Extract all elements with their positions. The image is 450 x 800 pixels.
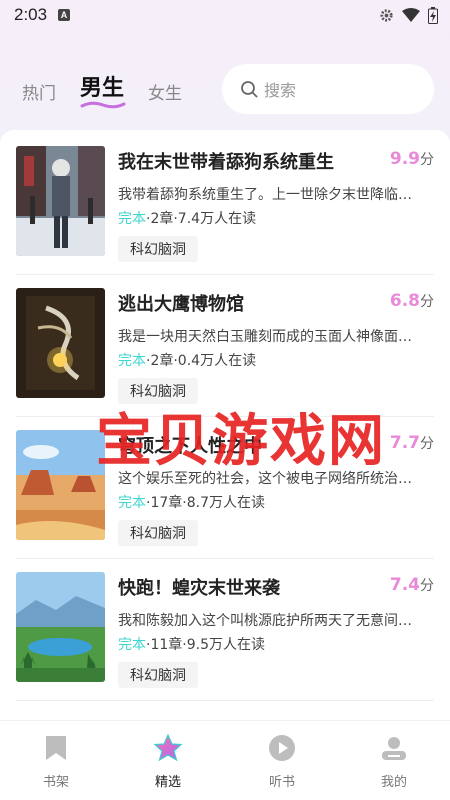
score-unit: 分 (420, 294, 434, 310)
profile-icon (382, 737, 406, 760)
nav-label: 我的 (380, 775, 407, 790)
nav-featured[interactable]: 精选 (128, 733, 208, 790)
tab-female[interactable]: 女生 (148, 79, 182, 104)
status-time: 2:03 (14, 5, 48, 24)
divider (16, 700, 434, 701)
book-title: 逃出大鹰博物馆 (118, 294, 244, 315)
book-status: 完本 (118, 495, 146, 511)
star-icon (153, 733, 183, 762)
tab-hot[interactable]: 热门 (22, 79, 56, 104)
status-bar: 2:03 A (0, 0, 450, 32)
book-status: 完本 (118, 637, 146, 653)
category-tabs: 热门 男生 女生 搜索 (0, 62, 450, 122)
book-score: 6.8分 (390, 291, 434, 311)
status-icons (379, 7, 438, 24)
book-meta: 完本·17章·8.7万人在读 (118, 492, 265, 512)
wifi-icon (402, 8, 420, 22)
nav-listen[interactable]: 听书 (242, 733, 322, 790)
book-title: 我在末世带着舔狗系统重生 (118, 152, 334, 173)
bottom-nav: 书架 精选 听书 我的 (0, 720, 450, 800)
nav-profile[interactable]: 我的 (354, 733, 434, 790)
score-unit: 分 (420, 578, 434, 594)
book-status: 完本 (118, 211, 146, 227)
nav-label: 听书 (268, 775, 295, 790)
divider (16, 558, 434, 559)
book-title: 快跑！蝗灾末世来袭 (118, 578, 280, 599)
settings-gear-icon (380, 9, 393, 22)
book-score: 7.7分 (390, 433, 434, 453)
battery-icon (428, 7, 438, 24)
book-cover (16, 430, 105, 540)
book-tag[interactable]: 科幻脑洞 (118, 236, 198, 262)
book-item[interactable]: 快跑！蝗灾末世来袭 7.4分 我和陈毅加入这个叫桃源庇护所两天了无意间… 完本·… (16, 572, 436, 714)
nav-label: 精选 (154, 775, 181, 790)
score-value: 9.9 (389, 149, 420, 169)
book-stats: ·2章·0.4万人在读 (146, 353, 257, 369)
watermark: 宝贝游戏网 (96, 409, 386, 474)
book-score: 9.9分 (390, 149, 434, 169)
score-value: 7.7 (389, 433, 420, 453)
book-description: 我和陈毅加入这个叫桃源庇护所两天了无意间… (118, 613, 412, 629)
book-item[interactable]: 我在末世带着舔狗系统重生 9.9分 我带着舔狗系统重生了。上一世除夕末世降临… … (16, 146, 436, 288)
book-tag[interactable]: 科幻脑洞 (118, 520, 198, 546)
book-description: 我是一块用天然白玉雕刻而成的玉面人神像面… (118, 329, 412, 345)
search-placeholder: 搜索 (264, 81, 297, 100)
divider (16, 274, 434, 275)
score-value: 7.4 (389, 575, 420, 595)
book-cover (16, 146, 105, 256)
book-score: 7.4分 (390, 575, 434, 595)
book-stats: ·11章·9.5万人在读 (146, 637, 265, 653)
book-meta: 完本·2章·0.4万人在读 (118, 350, 256, 370)
book-description: 我带着舔狗系统重生了。上一世除夕末世降临… (118, 187, 412, 203)
book-status: 完本 (118, 353, 146, 369)
book-tag[interactable]: 科幻脑洞 (118, 662, 198, 688)
search-icon (241, 81, 258, 98)
play-icon (269, 735, 295, 761)
active-tab-underline (80, 101, 126, 109)
tab-male[interactable]: 男生 (80, 70, 124, 102)
score-unit: 分 (420, 152, 434, 168)
book-meta: 完本·11章·9.5万人在读 (118, 634, 265, 654)
score-unit: 分 (420, 436, 434, 452)
nav-bookshelf[interactable]: 书架 (16, 733, 96, 790)
book-cover (16, 288, 105, 398)
nav-label: 书架 (42, 775, 69, 790)
score-value: 6.8 (389, 291, 420, 311)
search-input[interactable]: 搜索 (222, 64, 434, 114)
book-stats: ·17章·8.7万人在读 (146, 495, 265, 511)
notification-a-icon: A (58, 9, 70, 21)
book-meta: 完本·2章·7.4万人在读 (118, 208, 256, 228)
bookmark-icon (46, 736, 66, 760)
book-stats: ·2章·7.4万人在读 (146, 211, 257, 227)
book-cover (16, 572, 105, 682)
